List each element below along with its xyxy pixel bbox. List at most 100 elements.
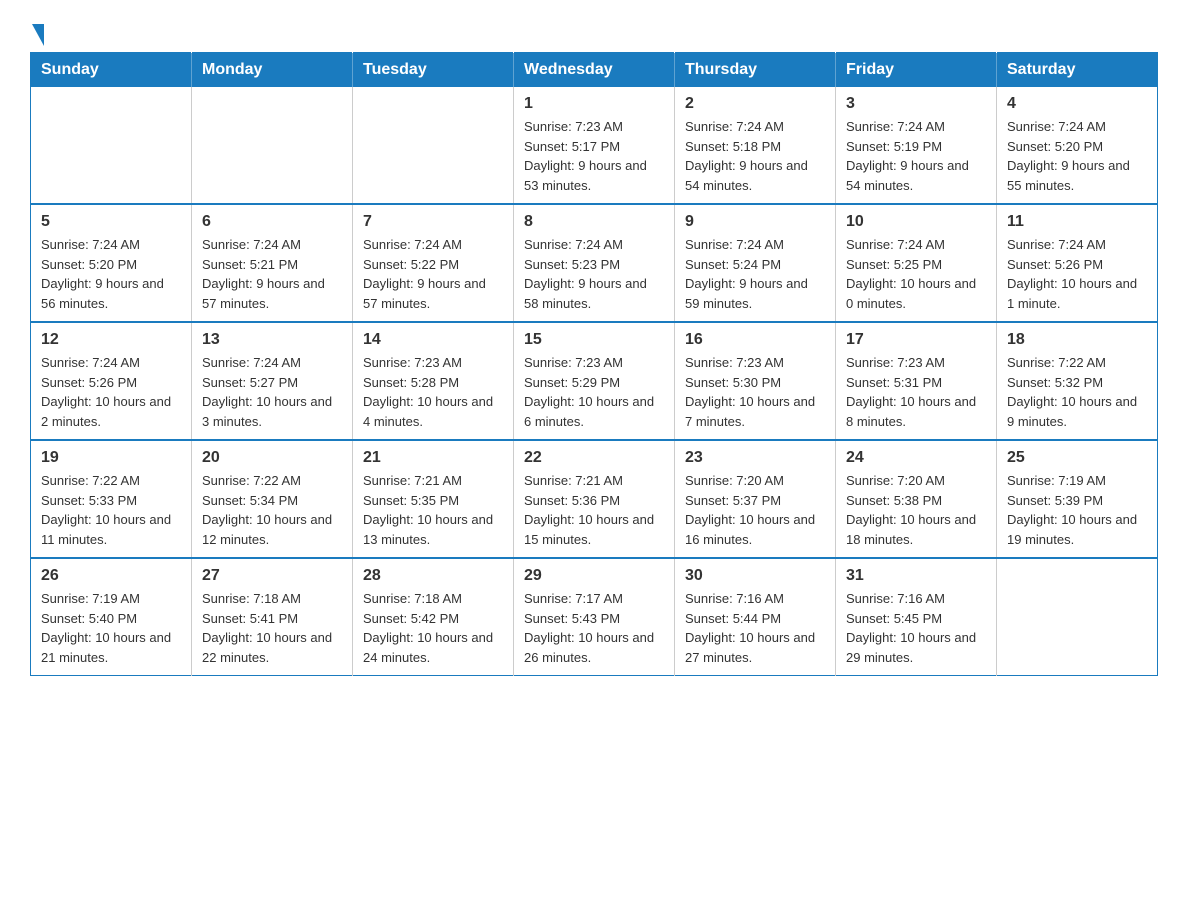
day-number: 23 (685, 449, 825, 467)
calendar-cell: 5 Sunrise: 7:24 AM Sunset: 5:20 PM Daylig… (31, 204, 192, 322)
day-info: Sunrise: 7:24 AM Sunset: 5:19 PM Dayligh… (846, 117, 986, 195)
calendar-cell: 8 Sunrise: 7:24 AM Sunset: 5:23 PM Daylig… (514, 204, 675, 322)
day-number: 22 (524, 449, 664, 467)
day-number: 28 (363, 567, 503, 585)
day-info: Sunrise: 7:24 AM Sunset: 5:20 PM Dayligh… (1007, 117, 1147, 195)
calendar-cell: 23Sunrise: 7:20 AM Sunset: 5:37 PM Dayli… (675, 440, 836, 558)
day-info: Sunrise: 7:24 AM Sunset: 5:26 PM Dayligh… (41, 353, 181, 431)
day-number: 7 (363, 213, 503, 231)
calendar-cell: 31Sunrise: 7:16 AM Sunset: 5:45 PM Dayli… (836, 558, 997, 676)
day-info: Sunrise: 7:24 AM Sunset: 5:21 PM Dayligh… (202, 235, 342, 313)
header-wednesday: Wednesday (514, 53, 675, 88)
day-info: Sunrise: 7:18 AM Sunset: 5:41 PM Dayligh… (202, 589, 342, 667)
day-number: 24 (846, 449, 986, 467)
day-info: Sunrise: 7:22 AM Sunset: 5:32 PM Dayligh… (1007, 353, 1147, 431)
day-number: 27 (202, 567, 342, 585)
day-number: 17 (846, 331, 986, 349)
day-number: 30 (685, 567, 825, 585)
header-thursday: Thursday (675, 53, 836, 88)
calendar-cell: 1 Sunrise: 7:23 AM Sunset: 5:17 PM Daylig… (514, 87, 675, 204)
day-number: 14 (363, 331, 503, 349)
calendar-cell: 16 Sunrise: 7:23 AM Sunset: 5:30 PM Dayli… (675, 322, 836, 440)
calendar-cell: 13 Sunrise: 7:24 AM Sunset: 5:27 PM Dayli… (192, 322, 353, 440)
calendar-cell: 4 Sunrise: 7:24 AM Sunset: 5:20 PM Daylig… (997, 87, 1158, 204)
day-number: 25 (1007, 449, 1147, 467)
calendar-cell: 6 Sunrise: 7:24 AM Sunset: 5:21 PM Daylig… (192, 204, 353, 322)
day-number: 4 (1007, 95, 1147, 113)
day-info: Sunrise: 7:20 AM Sunset: 5:38 PM Dayligh… (846, 471, 986, 549)
day-info: Sunrise: 7:24 AM Sunset: 5:20 PM Dayligh… (41, 235, 181, 313)
day-info: Sunrise: 7:17 AM Sunset: 5:43 PM Dayligh… (524, 589, 664, 667)
day-info: Sunrise: 7:24 AM Sunset: 5:22 PM Dayligh… (363, 235, 503, 313)
day-info: Sunrise: 7:24 AM Sunset: 5:27 PM Dayligh… (202, 353, 342, 431)
day-info: Sunrise: 7:22 AM Sunset: 5:33 PM Dayligh… (41, 471, 181, 549)
calendar-cell: 17 Sunrise: 7:23 AM Sunset: 5:31 PM Dayli… (836, 322, 997, 440)
day-number: 15 (524, 331, 664, 349)
calendar-cell: 26 Sunrise: 7:19 AM Sunset: 5:40 PM Dayli… (31, 558, 192, 676)
day-info: Sunrise: 7:21 AM Sunset: 5:36 PM Dayligh… (524, 471, 664, 549)
day-info: Sunrise: 7:16 AM Sunset: 5:44 PM Dayligh… (685, 589, 825, 667)
day-number: 13 (202, 331, 342, 349)
day-number: 1 (524, 95, 664, 113)
header-sunday: Sunday (31, 53, 192, 88)
calendar-cell: 28 Sunrise: 7:18 AM Sunset: 5:42 PM Dayli… (353, 558, 514, 676)
day-number: 5 (41, 213, 181, 231)
logo (30, 20, 44, 42)
day-info: Sunrise: 7:23 AM Sunset: 5:29 PM Dayligh… (524, 353, 664, 431)
calendar-header-row: SundayMondayTuesdayWednesdayThursdayFrid… (31, 53, 1158, 88)
calendar-cell (997, 558, 1158, 676)
day-info: Sunrise: 7:24 AM Sunset: 5:23 PM Dayligh… (524, 235, 664, 313)
calendar-cell: 14 Sunrise: 7:23 AM Sunset: 5:28 PM Dayli… (353, 322, 514, 440)
header-saturday: Saturday (997, 53, 1158, 88)
day-info: Sunrise: 7:24 AM Sunset: 5:26 PM Dayligh… (1007, 235, 1147, 313)
day-number: 10 (846, 213, 986, 231)
day-info: Sunrise: 7:19 AM Sunset: 5:40 PM Dayligh… (41, 589, 181, 667)
day-info: Sunrise: 7:23 AM Sunset: 5:28 PM Dayligh… (363, 353, 503, 431)
calendar-cell: 18 Sunrise: 7:22 AM Sunset: 5:32 PM Dayli… (997, 322, 1158, 440)
calendar-cell: 21 Sunrise: 7:21 AM Sunset: 5:35 PM Dayli… (353, 440, 514, 558)
calendar-cell: 15 Sunrise: 7:23 AM Sunset: 5:29 PM Dayli… (514, 322, 675, 440)
day-number: 20 (202, 449, 342, 467)
day-number: 21 (363, 449, 503, 467)
calendar-week-4: 19 Sunrise: 7:22 AM Sunset: 5:33 PM Dayli… (31, 440, 1158, 558)
calendar-cell: 20 Sunrise: 7:22 AM Sunset: 5:34 PM Dayli… (192, 440, 353, 558)
day-info: Sunrise: 7:18 AM Sunset: 5:42 PM Dayligh… (363, 589, 503, 667)
day-number: 9 (685, 213, 825, 231)
calendar-table: SundayMondayTuesdayWednesdayThursdayFrid… (30, 52, 1158, 676)
day-info: Sunrise: 7:16 AM Sunset: 5:45 PM Dayligh… (846, 589, 986, 667)
calendar-cell: 9 Sunrise: 7:24 AM Sunset: 5:24 PM Daylig… (675, 204, 836, 322)
day-info: Sunrise: 7:23 AM Sunset: 5:30 PM Dayligh… (685, 353, 825, 431)
header-tuesday: Tuesday (353, 53, 514, 88)
day-number: 8 (524, 213, 664, 231)
calendar-cell: 12Sunrise: 7:24 AM Sunset: 5:26 PM Dayli… (31, 322, 192, 440)
calendar-cell: 30 Sunrise: 7:16 AM Sunset: 5:44 PM Dayli… (675, 558, 836, 676)
day-info: Sunrise: 7:24 AM Sunset: 5:24 PM Dayligh… (685, 235, 825, 313)
calendar-cell: 2Sunrise: 7:24 AM Sunset: 5:18 PM Daylig… (675, 87, 836, 204)
calendar-week-3: 12Sunrise: 7:24 AM Sunset: 5:26 PM Dayli… (31, 322, 1158, 440)
header-friday: Friday (836, 53, 997, 88)
header-monday: Monday (192, 53, 353, 88)
day-info: Sunrise: 7:21 AM Sunset: 5:35 PM Dayligh… (363, 471, 503, 549)
calendar-cell (192, 87, 353, 204)
calendar-cell: 22 Sunrise: 7:21 AM Sunset: 5:36 PM Dayli… (514, 440, 675, 558)
day-number: 26 (41, 567, 181, 585)
calendar-cell: 3 Sunrise: 7:24 AM Sunset: 5:19 PM Daylig… (836, 87, 997, 204)
day-number: 2 (685, 95, 825, 113)
day-number: 29 (524, 567, 664, 585)
calendar-cell: 11Sunrise: 7:24 AM Sunset: 5:26 PM Dayli… (997, 204, 1158, 322)
calendar-cell: 29 Sunrise: 7:17 AM Sunset: 5:43 PM Dayli… (514, 558, 675, 676)
calendar-week-1: 1 Sunrise: 7:23 AM Sunset: 5:17 PM Daylig… (31, 87, 1158, 204)
day-info: Sunrise: 7:23 AM Sunset: 5:31 PM Dayligh… (846, 353, 986, 431)
calendar-week-5: 26 Sunrise: 7:19 AM Sunset: 5:40 PM Dayli… (31, 558, 1158, 676)
day-number: 18 (1007, 331, 1147, 349)
calendar-cell: 27 Sunrise: 7:18 AM Sunset: 5:41 PM Dayli… (192, 558, 353, 676)
day-number: 6 (202, 213, 342, 231)
day-number: 3 (846, 95, 986, 113)
day-info: Sunrise: 7:24 AM Sunset: 5:25 PM Dayligh… (846, 235, 986, 313)
day-info: Sunrise: 7:23 AM Sunset: 5:17 PM Dayligh… (524, 117, 664, 195)
logo-triangle-icon (32, 24, 44, 46)
day-info: Sunrise: 7:22 AM Sunset: 5:34 PM Dayligh… (202, 471, 342, 549)
day-number: 16 (685, 331, 825, 349)
calendar-cell: 25Sunrise: 7:19 AM Sunset: 5:39 PM Dayli… (997, 440, 1158, 558)
day-number: 19 (41, 449, 181, 467)
